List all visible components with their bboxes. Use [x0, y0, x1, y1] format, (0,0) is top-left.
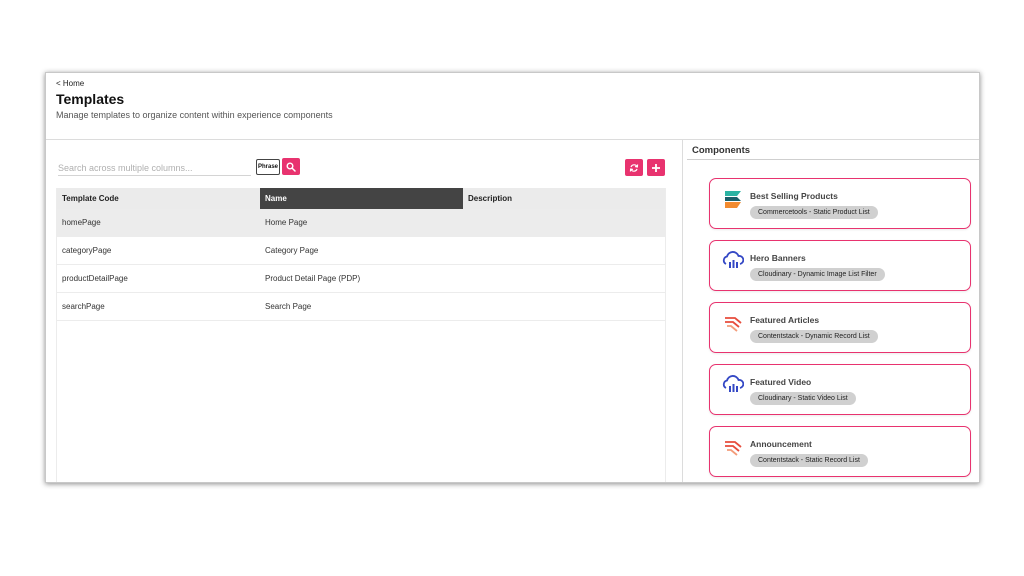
table-row[interactable]: searchPage Search Page [57, 293, 665, 321]
component-name: Best Selling Products [750, 191, 838, 201]
component-card[interactable]: Hero Banners Cloudinary - Dynamic Image … [709, 240, 971, 291]
cloudinary-icon [722, 375, 744, 392]
component-name: Hero Banners [750, 253, 806, 263]
cell-template-code: categoryPage [62, 246, 112, 255]
refresh-icon [629, 163, 639, 172]
table-row[interactable]: productDetailPage Product Detail Page (P… [57, 265, 665, 293]
commercetools-icon [725, 191, 741, 208]
contentstack-icon [725, 441, 742, 456]
page-header: < Home Templates Manage templates to org… [46, 73, 979, 140]
page-title: Templates [56, 91, 125, 107]
cell-template-code: productDetailPage [62, 274, 128, 283]
component-card[interactable]: Featured Video Cloudinary - Static Video… [709, 364, 971, 415]
cloudinary-icon [722, 251, 744, 268]
refresh-button[interactable] [625, 159, 643, 176]
components-header: Components [692, 145, 751, 156]
component-tag: Contentstack - Static Record List [750, 454, 868, 467]
component-card[interactable]: Best Selling Products Commercetools - St… [709, 178, 971, 229]
cell-description [463, 293, 665, 320]
search-input[interactable] [58, 160, 251, 176]
table-row[interactable]: homePage Home Page [57, 209, 665, 237]
cell-name: Search Page [265, 302, 312, 311]
component-card[interactable]: Announcement Contentstack - Static Recor… [709, 426, 971, 477]
table-row[interactable]: categoryPage Category Page [57, 237, 665, 265]
column-header-template-code[interactable]: Template Code [57, 188, 260, 209]
component-tag: Contentstack - Dynamic Record List [750, 330, 878, 343]
page-subtitle: Manage templates to organize content wit… [56, 110, 333, 120]
cell-name: Category Page [265, 246, 319, 255]
cell-name: Product Detail Page (PDP) [265, 274, 361, 283]
component-tag: Cloudinary - Dynamic Image List Filter [750, 268, 885, 281]
column-header-name[interactable]: Name [260, 188, 463, 209]
cell-template-code: searchPage [62, 302, 105, 311]
phrase-toggle-button[interactable]: Phrase [256, 159, 280, 175]
cell-name: Home Page [265, 218, 308, 227]
component-name: Announcement [750, 439, 812, 449]
add-template-button[interactable] [647, 159, 665, 176]
component-name: Featured Articles [750, 315, 820, 325]
cell-description [463, 209, 665, 236]
component-tag: Cloudinary - Static Video List [750, 392, 856, 405]
search-button[interactable] [282, 158, 300, 175]
cell-template-code: homePage [62, 218, 101, 227]
plus-icon [652, 163, 660, 172]
component-name: Featured Video [750, 377, 812, 387]
search-icon [286, 162, 296, 172]
component-card[interactable]: Featured Articles Contentstack - Dynamic… [709, 302, 971, 353]
contentstack-icon [725, 317, 742, 332]
table-header: Template Code Name Description [57, 188, 665, 209]
templates-panel: Phrase Template Code Name [46, 140, 682, 482]
components-panel: Components Best Selling Products Commerc… [682, 140, 979, 482]
cell-description [463, 237, 665, 264]
components-divider [687, 159, 979, 160]
component-tag: Commercetools - Static Product List [750, 206, 878, 219]
breadcrumb-home-link[interactable]: < Home [56, 79, 84, 88]
column-header-description[interactable]: Description [463, 188, 665, 209]
cell-description [463, 265, 665, 292]
templates-table: Template Code Name Description homePage … [56, 188, 666, 482]
templates-window: < Home Templates Manage templates to org… [45, 72, 980, 483]
